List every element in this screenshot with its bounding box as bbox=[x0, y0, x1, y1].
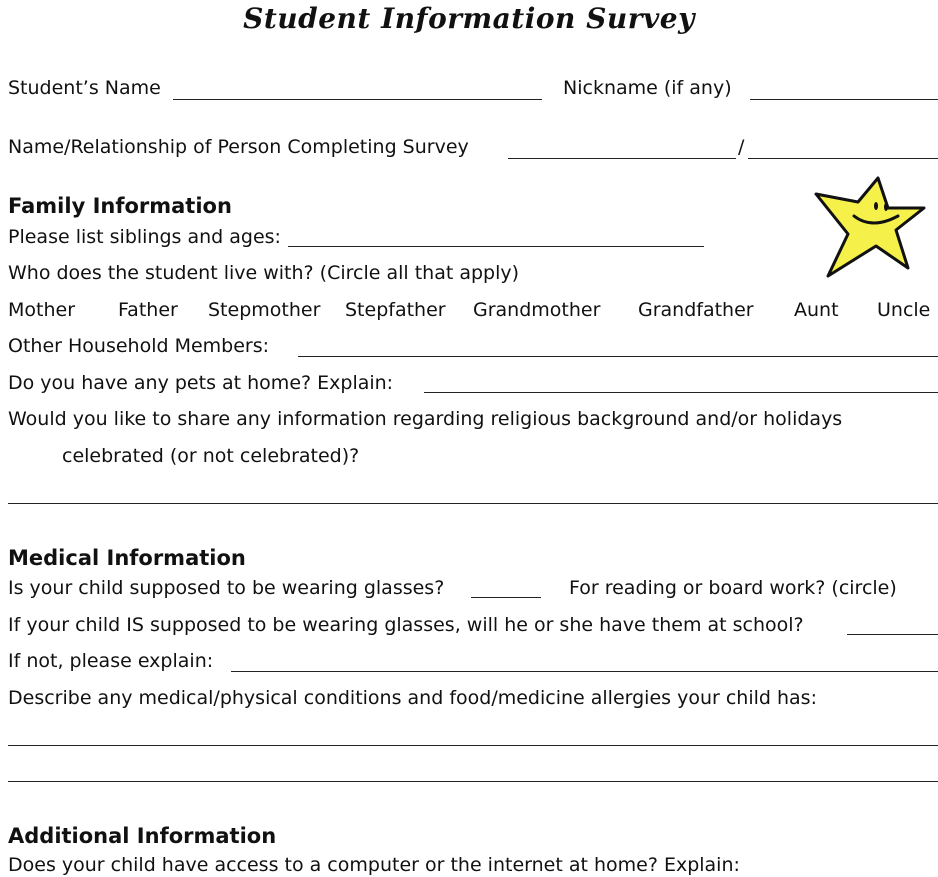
completer-relationship-field[interactable] bbox=[748, 158, 938, 159]
at-school-label: If your child IS supposed to be wearing … bbox=[8, 614, 804, 636]
additional-heading: Additional Information bbox=[8, 824, 277, 848]
religion-label-line1: Would you like to share any information … bbox=[8, 408, 843, 430]
page-title: Student Information Survey bbox=[243, 2, 695, 35]
medical-heading: Medical Information bbox=[8, 546, 246, 570]
reading-board-label: For reading or board work? (circle) bbox=[569, 577, 897, 599]
separator: / bbox=[738, 136, 745, 158]
explain-field[interactable] bbox=[231, 671, 938, 672]
student-name-field[interactable] bbox=[173, 99, 542, 100]
student-name-label: Student’s Name bbox=[8, 77, 161, 99]
option-stepmother[interactable]: Stepmother bbox=[208, 298, 320, 322]
option-stepfather[interactable]: Stepfather bbox=[345, 298, 446, 322]
religion-label-line2: celebrated (or not celebrated)? bbox=[62, 445, 360, 467]
siblings-field[interactable] bbox=[288, 246, 704, 247]
siblings-label: Please list siblings and ages: bbox=[8, 226, 281, 248]
completer-label: Name/Relationship of Person Completing S… bbox=[8, 136, 469, 158]
explain-label: If not, please explain: bbox=[8, 650, 214, 672]
pets-label: Do you have any pets at home? Explain: bbox=[8, 372, 394, 394]
option-mother[interactable]: Mother bbox=[8, 298, 75, 322]
at-school-field[interactable] bbox=[847, 634, 938, 635]
religion-field[interactable] bbox=[8, 503, 938, 504]
option-grandmother[interactable]: Grandmother bbox=[473, 298, 600, 322]
completer-name-field[interactable] bbox=[508, 158, 736, 159]
nickname-label: Nickname (if any) bbox=[563, 77, 732, 99]
conditions-field-line1[interactable] bbox=[8, 745, 938, 746]
nickname-field[interactable] bbox=[750, 99, 938, 100]
option-uncle[interactable]: Uncle bbox=[877, 298, 930, 322]
lives-with-label: Who does the student live with? (Circle … bbox=[8, 262, 520, 284]
conditions-label: Describe any medical/physical conditions… bbox=[8, 687, 817, 709]
smiling-star-icon bbox=[814, 176, 926, 278]
glasses-field[interactable] bbox=[471, 597, 541, 598]
computer-label: Does your child have access to a compute… bbox=[8, 854, 740, 876]
other-members-label: Other Household Members: bbox=[8, 335, 270, 357]
option-father[interactable]: Father bbox=[118, 298, 178, 322]
conditions-field-line2[interactable] bbox=[8, 781, 938, 782]
pets-field[interactable] bbox=[424, 392, 938, 393]
glasses-label: Is your child supposed to be wearing gla… bbox=[8, 577, 445, 599]
option-grandfather[interactable]: Grandfather bbox=[638, 298, 754, 322]
family-heading: Family Information bbox=[8, 194, 232, 218]
other-members-field[interactable] bbox=[298, 356, 938, 357]
option-aunt[interactable]: Aunt bbox=[794, 298, 839, 322]
